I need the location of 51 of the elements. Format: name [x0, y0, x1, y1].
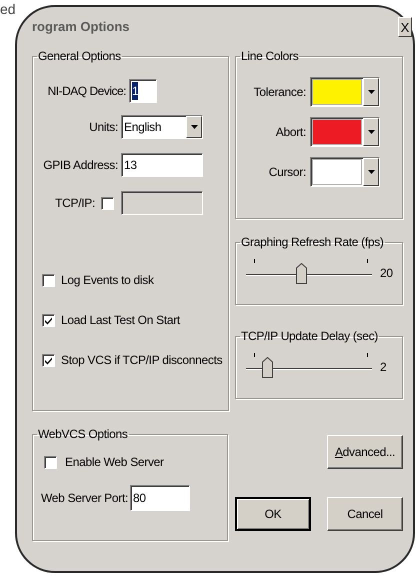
field-label: GPIB Address: [42, 157, 119, 174]
dropdown-button[interactable] [363, 78, 379, 106]
slider-thumb[interactable] [262, 357, 273, 378]
group-title: General Options [37, 48, 122, 65]
caret-icon [368, 170, 374, 174]
checkbox-label: Log Events to disk [61, 272, 154, 289]
input-field[interactable]: 80 [130, 485, 190, 511]
page-text: ed [0, 2, 15, 19]
slider-value: 20 [380, 267, 393, 279]
checkbox-label: Stop VCS if TCP/IP disconnects [61, 352, 222, 369]
color-dropdown[interactable] [310, 77, 380, 107]
field-label: TCP/IP: [54, 195, 96, 212]
checkbox-label: Load Last Test On Start [61, 312, 180, 329]
caret-icon [368, 130, 374, 134]
field-label: Cursor: [268, 164, 307, 181]
field-label: Web Server Port: [41, 490, 128, 507]
field-label: Tolerance: [252, 84, 307, 101]
window-title: rogram Options [32, 18, 130, 36]
color-dropdown[interactable] [310, 117, 380, 147]
color-dropdown[interactable] [310, 157, 380, 187]
group-title: Line Colors [240, 48, 300, 65]
checkbox[interactable] [42, 274, 55, 286]
slider-thumb[interactable] [296, 263, 308, 284]
field-label: Units: [88, 119, 119, 136]
group-title: Graphing Refresh Rate (fps) [240, 234, 385, 251]
slider-track[interactable] [246, 353, 372, 379]
field-value: 1 [132, 82, 138, 100]
checkbox-label: Enable Web Server [65, 454, 164, 471]
caret-icon [368, 90, 374, 94]
dialog-button[interactable]: Cancel [327, 497, 403, 531]
group-title: WebVCS Options [37, 426, 129, 443]
check-icon [44, 356, 53, 364]
close-button[interactable]: X [398, 17, 412, 37]
field-label: Abort: [274, 124, 307, 141]
caret-icon [190, 125, 198, 129]
slider-value: 2 [380, 361, 386, 373]
field-label: NI-DAQ Device: [46, 83, 127, 100]
dialog-button[interactable]: Advanced... [327, 435, 403, 469]
dropdown-button[interactable] [363, 118, 379, 146]
input-field[interactable]: 1 [129, 79, 157, 103]
checkbox[interactable] [42, 354, 55, 366]
check-icon [44, 316, 53, 324]
dialog-button[interactable]: OK [235, 497, 311, 531]
input-field[interactable]: 13 [121, 153, 203, 177]
dropdown-button[interactable] [186, 116, 202, 138]
group-title: TCP/IP Update Delay (sec) [240, 328, 379, 345]
dropdown-button[interactable] [363, 158, 379, 186]
checkbox[interactable] [44, 456, 57, 468]
slider-track[interactable] [246, 259, 372, 285]
checkbox[interactable] [42, 314, 55, 326]
units-dropdown[interactable]: English [121, 115, 203, 139]
